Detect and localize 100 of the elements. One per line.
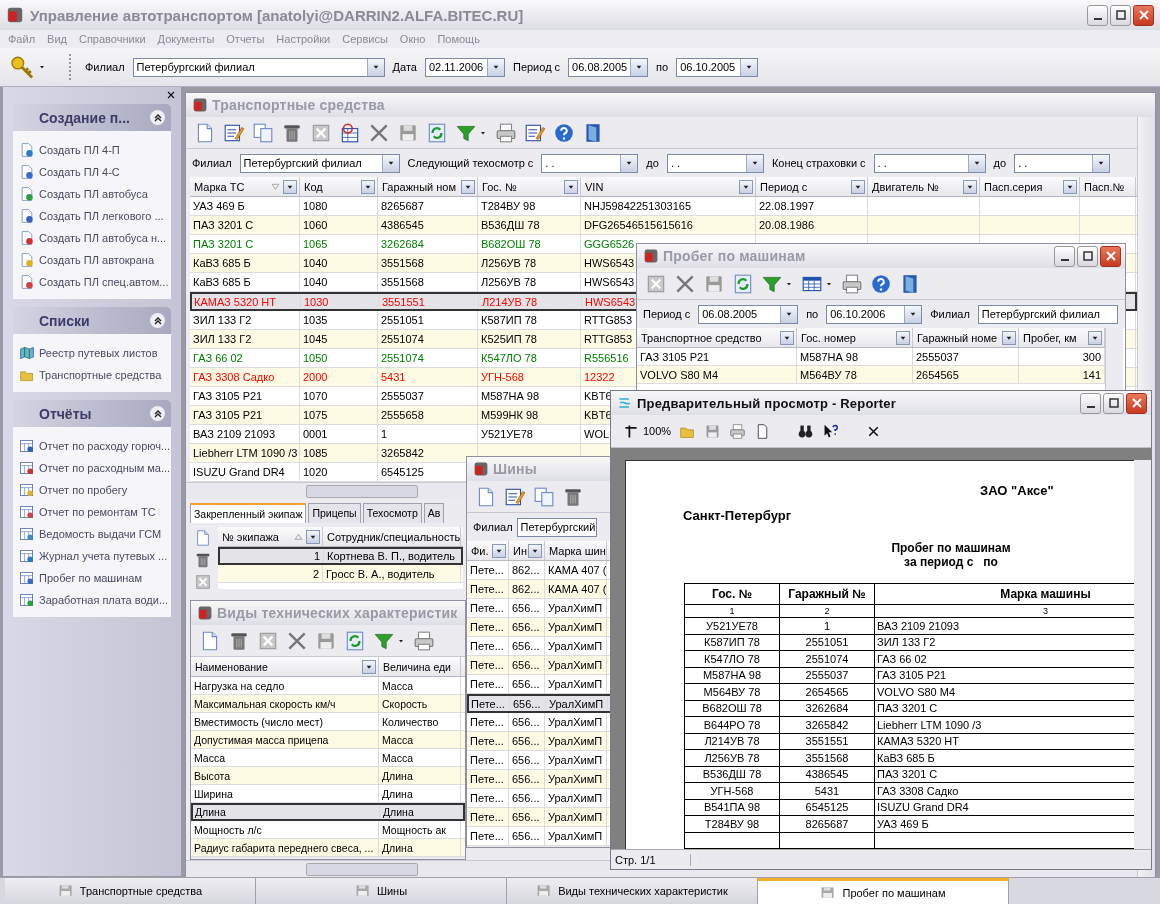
table-cell: УралХимП: [545, 675, 607, 693]
table-cell: 2551074: [378, 330, 478, 348]
table-cell: Масса: [379, 749, 461, 766]
report-cell: 3265842: [780, 717, 875, 733]
field-label: до: [646, 157, 659, 169]
report-cell: В644РО 78: [685, 717, 780, 733]
table-cell: 2555037: [378, 387, 478, 405]
table-cell: 2551074: [378, 349, 478, 367]
table-cell: Масса: [379, 731, 461, 748]
table-cell: УАЗ 469 Б: [190, 197, 300, 215]
table-cell: Пете...: [467, 618, 509, 636]
table-cell: 1030: [301, 295, 379, 308]
report-cell: В682ОШ 78: [685, 700, 780, 716]
table-cell: Пете...: [467, 751, 509, 769]
report-cell: М587НА 98: [685, 667, 780, 683]
table-cell: ПАЗ 3201 С: [190, 235, 300, 253]
table-cell: Л214УВ 78: [479, 295, 582, 308]
table-cell: ГАЗ 3105 Р21: [637, 348, 797, 365]
table-cell: КАМА 407 (: [545, 561, 607, 579]
table-cell: Л256УВ 78: [478, 254, 581, 272]
table-cell: Ширина: [191, 785, 379, 802]
table-cell: УралХимП: [545, 656, 607, 674]
table-cell: Вместимость (число мест): [191, 713, 379, 730]
table-cell: КаВЗ 685 Б: [190, 273, 300, 291]
table-cell: 656...: [509, 656, 545, 674]
table-cell: 656...: [509, 751, 545, 769]
table-cell: 1: [219, 550, 324, 562]
table-cell: 656...: [509, 618, 545, 636]
table-cell: УралХимП: [546, 697, 608, 710]
table-cell: 2654565: [913, 366, 1019, 383]
report-cell: 2654565: [780, 684, 875, 700]
table-cell: ПАЗ 3201 С: [190, 216, 300, 234]
table-cell: ГАЗ 3308 Садко: [190, 368, 300, 386]
table-cell: Гросс В. А., водитель: [323, 565, 461, 582]
table-cell: 1040: [300, 254, 378, 272]
table-cell: Пете...: [467, 789, 509, 807]
table-cell: В536ДШ 78: [478, 216, 581, 234]
report-cell: М564ВУ 78: [685, 684, 780, 700]
table-cell: ISUZU Grand DR4: [190, 463, 300, 481]
table-cell: 1065: [300, 235, 378, 253]
table-cell: 656...: [509, 808, 545, 826]
table-cell: Пете...: [468, 697, 510, 710]
table-cell: КАМАЗ 5320 НТ: [191, 295, 301, 308]
table-cell: 1075: [300, 406, 378, 424]
table-cell: КаВЗ 685 Б: [190, 254, 300, 272]
table-cell: Пете...: [467, 637, 509, 655]
table-cell: Пете...: [467, 675, 509, 693]
table-cell: Т284ВУ 98: [478, 197, 581, 215]
table-cell: 1060: [300, 216, 378, 234]
table-cell: 656...: [509, 827, 545, 845]
table-cell: ГАЗ 3105 Р21: [190, 387, 300, 405]
table-cell: Кортнева В. П., водитель: [324, 550, 462, 562]
report-cell: Л214УВ 78: [685, 733, 780, 749]
table-cell: Максимальная скорость км/ч: [191, 695, 379, 712]
table-cell: Liebherr LTM 1090 /3: [190, 444, 300, 462]
report-cell: 5431: [780, 783, 875, 799]
table-cell: 1045: [300, 330, 378, 348]
group-title: Списки: [39, 312, 91, 329]
table-cell: УралХимП: [545, 732, 607, 750]
report-cell: 4386545: [780, 766, 875, 782]
table-cell: УГН-568: [478, 368, 581, 386]
report-cell: 8265687: [780, 816, 875, 832]
table-cell: 0001: [300, 425, 378, 443]
table-cell: 1: [378, 425, 478, 443]
table-cell: 1070: [300, 387, 378, 405]
table-cell: Масса: [379, 677, 461, 694]
field-label: Период с: [643, 308, 691, 320]
table-cell: В682ОШ 78: [478, 235, 581, 253]
table-cell: 656...: [509, 599, 545, 617]
window-title: Шины: [493, 461, 537, 477]
report-column-header: Гаражный №: [780, 584, 875, 604]
table-cell: Длина: [379, 839, 461, 856]
table-cell: УралХимП: [545, 713, 607, 731]
report-cell: 3262684: [780, 700, 875, 716]
table-cell: К587ИП 78: [478, 311, 581, 329]
table-cell: УралХимП: [545, 618, 607, 636]
report-cell: 3551551: [780, 733, 875, 749]
table-cell: Пете...: [467, 656, 509, 674]
table-cell: Пете...: [467, 770, 509, 788]
table-cell: М587НА 98: [478, 387, 581, 405]
report-cell: Т284ВУ 98: [685, 816, 780, 832]
report-column-number: 1: [685, 605, 780, 617]
report-cell: УГН-568: [685, 783, 780, 799]
table-cell: КАМА 407 (: [545, 580, 607, 598]
table-cell: К547ЛО 78: [478, 349, 581, 367]
status-text: Стр. 1/1: [611, 853, 691, 866]
report-column-number: 2: [780, 605, 875, 617]
report-city: Санкт-Петербург: [682, 508, 793, 523]
table-cell: 4386545: [378, 216, 478, 234]
table-cell: Пете...: [467, 808, 509, 826]
table-cell: 1035: [300, 311, 378, 329]
table-cell: Длина: [192, 806, 380, 818]
report-cell: 2555037: [780, 667, 875, 683]
field-label: Филиал: [192, 157, 232, 169]
field-label: Конец страховки с: [771, 157, 866, 169]
table-cell: 8265687: [378, 197, 478, 215]
table-cell: Л256УВ 78: [478, 273, 581, 291]
table-cell: М587НА 98: [797, 348, 913, 365]
table-cell: 1040: [300, 273, 378, 291]
table-cell: Длина: [379, 767, 461, 784]
